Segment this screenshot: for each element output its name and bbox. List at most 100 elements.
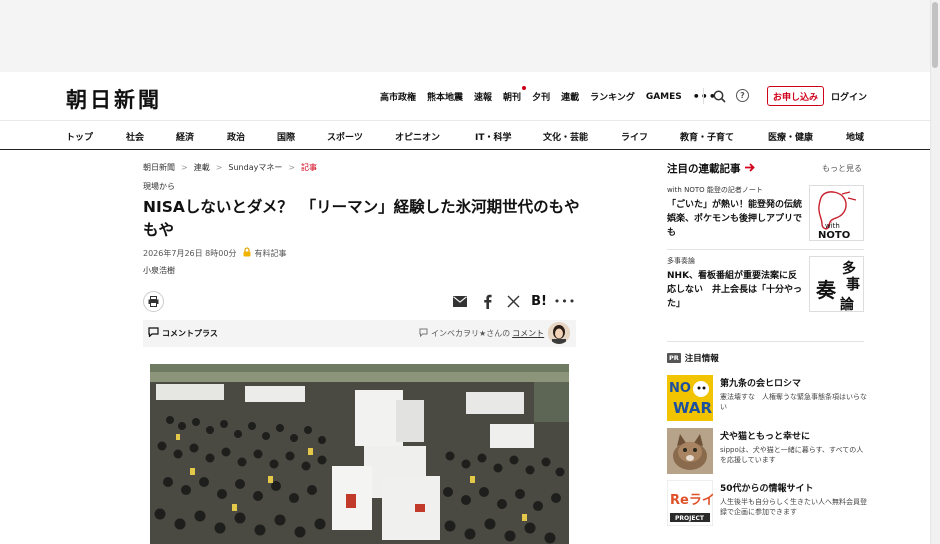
breadcrumb-separator: > bbox=[288, 163, 296, 172]
header-link-games[interactable]: GAMES bbox=[646, 92, 682, 102]
ad-description: sippoは、犬や猫と一緒に暮らす、すべての人を応援しています bbox=[720, 446, 864, 464]
category-health[interactable]: 医療・健康 bbox=[768, 130, 813, 143]
comment-user: インベカヲリ★さんの コメント bbox=[419, 328, 544, 339]
ad-description: 憲法壊すな 人権奪うな緊急事態条項はいらない bbox=[720, 393, 867, 411]
category-life[interactable]: ライフ bbox=[621, 130, 648, 143]
comment-plus-label: コメントプラス bbox=[162, 328, 218, 338]
re-life-wordmark: Reライフ bbox=[670, 493, 713, 508]
header-link-evening[interactable]: 夕刊 bbox=[532, 90, 550, 103]
pr-ad-item[interactable]: 犬や猫ともっと幸せに sippoは、犬や猫と一緒に暮らす、すべての人を応援してい… bbox=[667, 428, 864, 474]
svg-text:論: 論 bbox=[840, 296, 855, 312]
share-more-button[interactable]: ••• bbox=[554, 293, 575, 309]
category-nav: トップ 社会 経済 政治 国際 スポーツ オピニオン IT・科学 文化・芸能 ラ… bbox=[0, 120, 930, 150]
breadcrumb-home[interactable]: 朝日新聞 bbox=[143, 162, 175, 173]
avatar[interactable] bbox=[548, 322, 570, 344]
series-card[interactable]: 多事奏論 NHK、看板番組が重要法案に反応しない 井上会長は「十分やった」 多事… bbox=[667, 256, 864, 316]
comment-bubble-icon bbox=[419, 328, 428, 339]
header-link-ranking[interactable]: ランキング bbox=[590, 90, 635, 103]
breadcrumb-current: 記事 bbox=[301, 163, 318, 172]
with-noto-thumbnail: with NOTO bbox=[809, 185, 864, 241]
pr-heading: PR 注目情報 bbox=[667, 352, 719, 364]
print-icon bbox=[148, 292, 159, 311]
svg-text:事: 事 bbox=[846, 276, 860, 293]
header-link-breaking[interactable]: 速報 bbox=[474, 90, 492, 103]
ad-description: 人生後半も自分らしく生きたい人へ無料会員登録で企画に参加できます bbox=[720, 498, 867, 516]
more-link[interactable]: もっと見る bbox=[822, 163, 862, 174]
pr-ad-item[interactable]: Reライフ PROJECT 50代からの情報サイト 人生後半も自分らしく生きたい人… bbox=[667, 480, 867, 526]
header-link-morning[interactable]: 朝刊 bbox=[503, 86, 527, 103]
series-card[interactable]: with NOTO 能登の記者ノート 「ごいた」が熱い！能登発の伝統娯楽、ポケモ… bbox=[667, 185, 864, 245]
cat-thumbnail bbox=[667, 428, 713, 474]
header-link-takaichi[interactable]: 高市政権 bbox=[380, 90, 416, 103]
category-politics[interactable]: 政治 bbox=[227, 130, 245, 143]
breadcrumb-sunday-money[interactable]: Sundayマネー bbox=[228, 162, 282, 173]
x-share-icon[interactable] bbox=[505, 293, 521, 309]
no-war-thumbnail: NO WAR bbox=[667, 375, 713, 421]
featured-series-title: 注目の連載記事 bbox=[667, 163, 741, 175]
comment-user-name: インベカヲリ★さんの bbox=[431, 329, 511, 338]
header-links: 高市政権 熊本地震 速報 朝刊 夕刊 連載 ランキング GAMES ••• bbox=[380, 86, 728, 103]
help-icon[interactable]: ? bbox=[736, 89, 749, 102]
svg-text:NO: NO bbox=[669, 381, 691, 396]
breadcrumb-series[interactable]: 連載 bbox=[194, 162, 210, 173]
print-button[interactable] bbox=[143, 291, 164, 312]
header-link-morning-label: 朝刊 bbox=[503, 93, 522, 103]
article-meta: 2026年7月26日 8時00分 有料記事 bbox=[143, 247, 286, 259]
category-society[interactable]: 社会 bbox=[126, 130, 144, 143]
scrollbar[interactable] bbox=[930, 0, 940, 544]
category-education[interactable]: 教育・子育て bbox=[680, 130, 734, 143]
article-date: 2026年7月26日 8時00分 bbox=[143, 248, 237, 258]
comment-plus-link[interactable]: コメントプラス bbox=[148, 327, 218, 339]
category-region[interactable]: 地域 bbox=[846, 130, 864, 143]
paid-article-label: 有料記事 bbox=[254, 248, 287, 258]
header-divider bbox=[703, 88, 704, 104]
article-author[interactable]: 小泉浩樹 bbox=[143, 265, 175, 276]
pr-ad-item[interactable]: NO WAR 第九条の会ヒロシマ 憲法壊すな 人権奪うな緊急事態条項はいらない bbox=[667, 375, 867, 421]
svg-text:奏: 奏 bbox=[815, 278, 837, 302]
site-logo[interactable]: 朝日新聞 bbox=[66, 84, 162, 114]
series-title: 「ごいた」が熱い！能登発の伝統娯楽、ポケモンも後押しアプリでも bbox=[667, 200, 803, 238]
tajisouron-thumbnail: 多事奏論 bbox=[809, 256, 864, 312]
re-life-thumbnail: Reライフ PROJECT bbox=[667, 480, 713, 526]
svg-text:WAR: WAR bbox=[673, 399, 712, 417]
svg-text:NOTO: NOTO bbox=[818, 230, 850, 241]
header-link-series[interactable]: 連載 bbox=[561, 90, 579, 103]
category-international[interactable]: 国際 bbox=[277, 130, 295, 143]
subscribe-button[interactable]: お申し込み bbox=[767, 86, 824, 106]
arrow-right-icon bbox=[744, 162, 755, 175]
facebook-share-icon[interactable] bbox=[479, 293, 495, 309]
category-it-science[interactable]: IT・科学 bbox=[475, 130, 512, 143]
header-link-kumamoto[interactable]: 熊本地震 bbox=[427, 90, 463, 103]
svg-text:多: 多 bbox=[842, 260, 856, 277]
pr-badge: PR bbox=[667, 353, 681, 363]
article-series-label: 現場から bbox=[143, 182, 175, 191]
job-fair-crowd-image bbox=[150, 364, 569, 544]
category-economy[interactable]: 経済 bbox=[176, 130, 194, 143]
sidebar-divider bbox=[667, 249, 864, 250]
breadcrumb-separator: > bbox=[215, 163, 223, 172]
new-dot-indicator bbox=[522, 86, 527, 90]
search-icon[interactable] bbox=[712, 89, 726, 103]
category-top[interactable]: トップ bbox=[66, 130, 93, 143]
series-title: NHK、看板番組が重要法案に反応しない 井上会長は「十分やった」 bbox=[667, 271, 803, 309]
category-culture[interactable]: 文化・芸能 bbox=[543, 130, 588, 143]
comment-link[interactable]: コメント bbox=[512, 328, 544, 339]
article-photo[interactable] bbox=[150, 364, 569, 544]
ad-title: 犬や猫ともっと幸せに bbox=[720, 432, 811, 442]
category-opinion[interactable]: オピニオン bbox=[395, 130, 440, 143]
comment-icon bbox=[148, 327, 159, 339]
comment-plus-bar: コメントプラス インベカヲリ★さんの コメント bbox=[143, 320, 576, 347]
breadcrumb-separator: > bbox=[181, 163, 188, 172]
mail-share-icon[interactable] bbox=[452, 293, 468, 309]
pr-heading-title: 注目情報 bbox=[684, 354, 719, 364]
login-link[interactable]: ログイン bbox=[831, 90, 867, 103]
scrollbar-thumb[interactable] bbox=[932, 2, 938, 68]
hatena-bookmark-icon[interactable]: B! bbox=[531, 293, 547, 309]
ad-title: 50代からの情報サイト bbox=[720, 484, 814, 494]
category-sports[interactable]: スポーツ bbox=[327, 130, 363, 143]
re-life-caption: PROJECT bbox=[675, 515, 705, 522]
featured-series-heading[interactable]: 注目の連載記事 bbox=[667, 161, 755, 176]
article-headline: NISAしないとダメ？ 「リーマン」経験した氷河期世代のもやもや bbox=[143, 198, 580, 239]
breadcrumb: 朝日新聞 > 連載 > Sundayマネー > 記事 bbox=[143, 162, 317, 173]
sidebar-divider bbox=[667, 341, 864, 342]
